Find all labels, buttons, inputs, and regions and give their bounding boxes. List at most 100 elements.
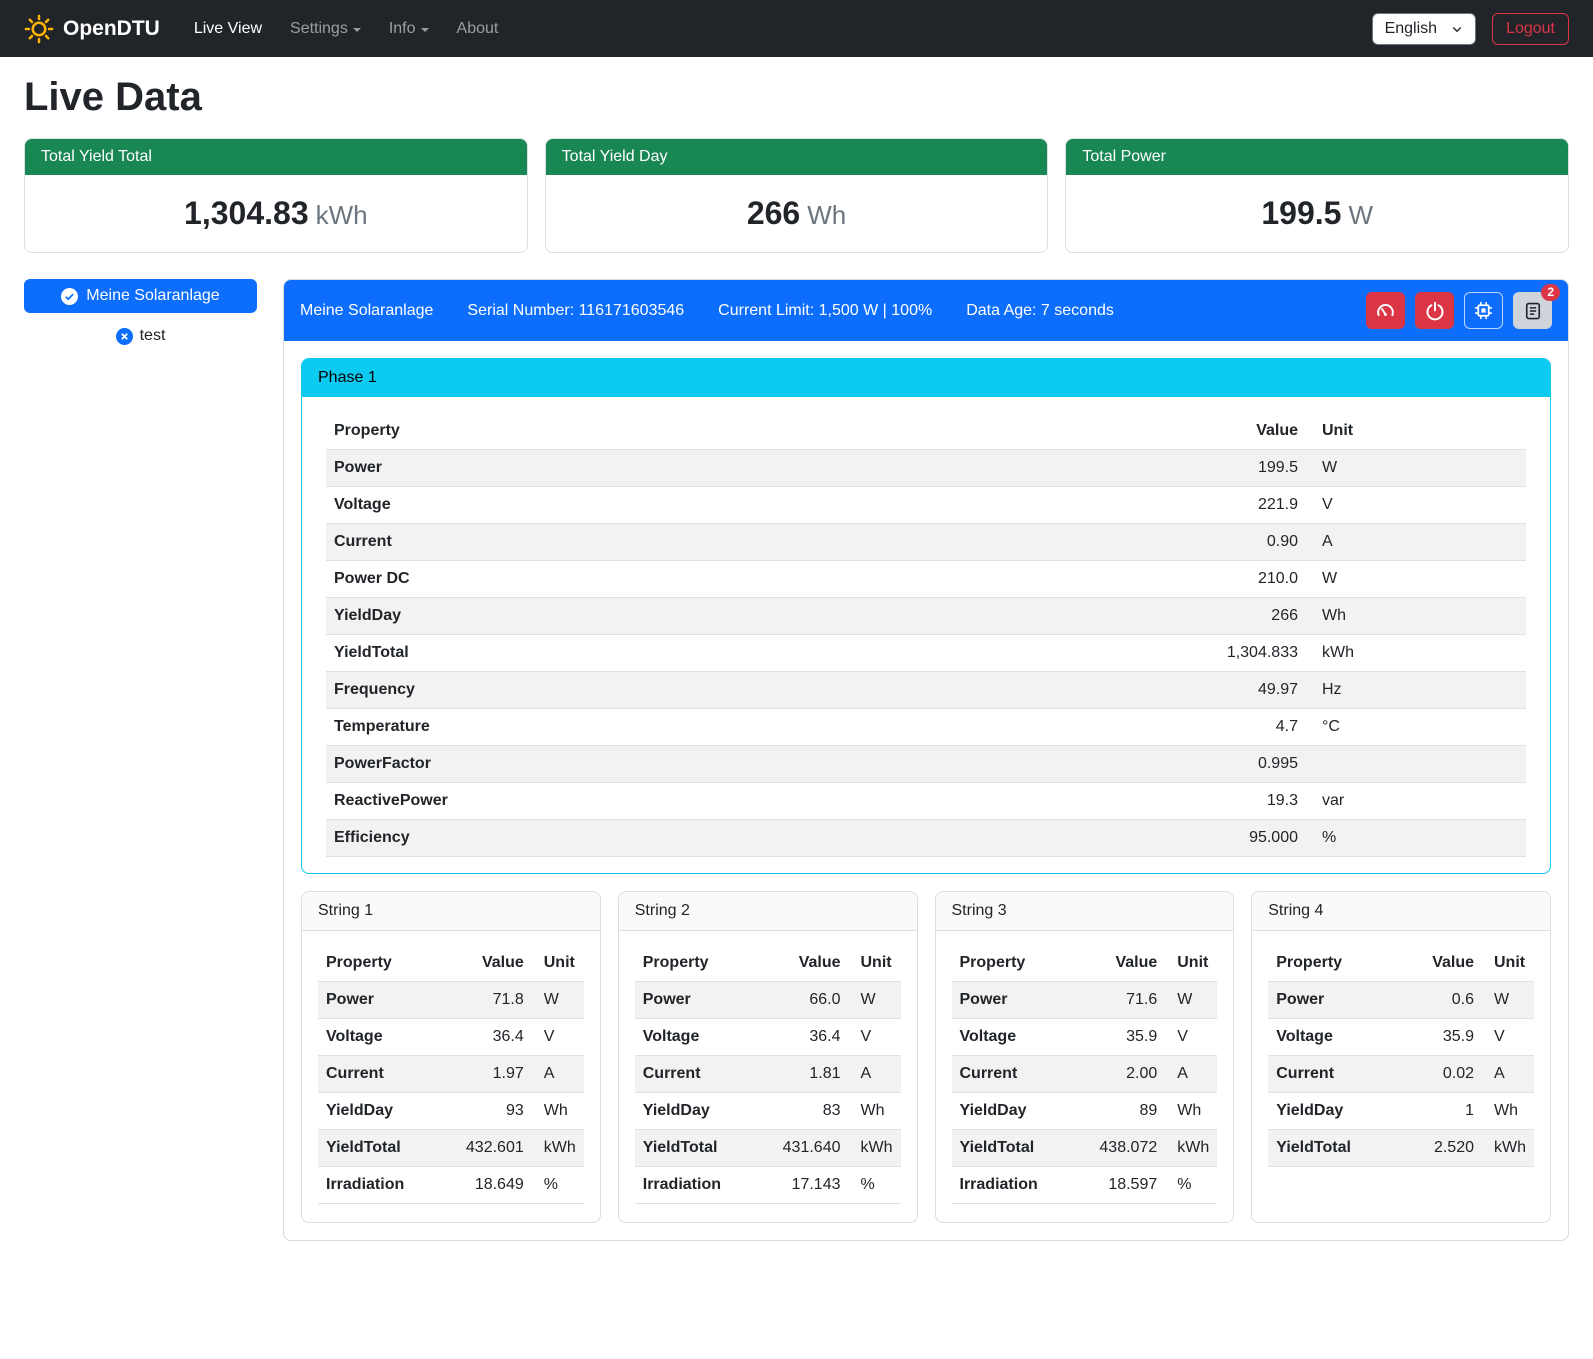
inverter-current-limit: Current Limit: 1,500 W | 100% [718,302,932,320]
x-circle-icon [116,328,133,345]
unit-cell: V [849,1019,901,1056]
card-title: Total Power [1066,139,1568,175]
nav-item-about[interactable]: About [443,12,513,46]
property-cell: YieldDay [1268,1093,1399,1130]
value-cell: 199.5 [912,450,1306,487]
table-row: Power DC210.0W [326,561,1526,598]
card-unit: W [1348,200,1373,230]
event-log-button[interactable]: 2 [1513,292,1552,329]
column-header-value: Value [1399,945,1482,982]
string-table: Property Value Unit Power71.6WVoltage35.… [952,945,1218,1204]
power-toggle-button[interactable] [1415,292,1454,329]
table-row: Voltage36.4V [318,1019,584,1056]
value-cell: 35.9 [1071,1019,1165,1056]
unit-cell: % [849,1167,901,1204]
table-row: YieldDay266Wh [326,598,1526,635]
value-cell: 0.6 [1399,982,1482,1019]
unit-cell: kWh [532,1130,584,1167]
property-cell: Frequency [326,672,912,709]
value-cell: 2.520 [1399,1130,1482,1167]
value-cell: 66.0 [755,982,849,1019]
value-cell: 1 [1399,1093,1482,1130]
column-header-value: Value [1071,945,1165,982]
value-cell: 19.3 [912,783,1306,820]
unit-cell: V [1165,1019,1217,1056]
property-cell: YieldTotal [952,1130,1072,1167]
nav-links: Live View Settings Info About [180,12,513,46]
value-cell: 0.02 [1399,1056,1482,1093]
property-cell: Current [1268,1056,1399,1093]
table-header-row: Property Value Unit [952,945,1218,982]
card-value: 266 [747,195,800,231]
property-cell: Voltage [952,1019,1072,1056]
card-value: 1,304.83 [184,195,309,231]
column-header-unit: Unit [1482,945,1534,982]
property-cell: Voltage [326,487,912,524]
unit-cell [1306,746,1526,783]
value-cell: 1.97 [438,1056,532,1093]
value-cell: 83 [755,1093,849,1130]
device-info-button[interactable] [1464,292,1503,329]
language-select[interactable]: English [1372,13,1476,45]
inverter-data-age: Data Age: 7 seconds [966,302,1114,320]
value-cell: 71.8 [438,982,532,1019]
property-cell: ReactivePower [326,783,912,820]
table-row: Current1.81A [635,1056,901,1093]
nav-item-live-view[interactable]: Live View [180,12,276,46]
table-row: Power0.6W [1268,982,1534,1019]
table-row: Voltage36.4V [635,1019,901,1056]
events-count-badge: 2 [1541,284,1560,301]
table-row: Power71.6W [952,982,1218,1019]
column-header-unit: Unit [1165,945,1217,982]
unit-cell: °C [1306,709,1526,746]
column-header-unit: Unit [532,945,584,982]
inverter-select-active-button[interactable]: Meine Solaranlage [24,279,257,313]
value-cell: 35.9 [1399,1019,1482,1056]
limit-settings-button[interactable] [1366,292,1405,329]
card-value: 199.5 [1261,195,1341,231]
property-cell: Voltage [1268,1019,1399,1056]
unit-cell: Wh [532,1093,584,1130]
string-4-card: String 4 Property Value Unit Power0.6WVo… [1251,891,1551,1223]
table-header-row: Property Value Unit [635,945,901,982]
table-row: YieldDay93Wh [318,1093,584,1130]
sun-logo-icon [24,14,54,44]
main-content: Meine Solaranlage test Meine Solaranlage… [24,279,1569,1241]
property-cell: Temperature [326,709,912,746]
nav-item-info[interactable]: Info [375,12,443,46]
table-row: Frequency49.97Hz [326,672,1526,709]
card-unit: kWh [316,200,368,230]
table-row: YieldTotal2.520kWh [1268,1130,1534,1167]
unit-cell: % [1306,820,1526,857]
column-header-property: Property [635,945,755,982]
column-header-value: Value [912,413,1306,450]
table-row: Voltage35.9V [952,1019,1218,1056]
cpu-icon [1473,300,1494,321]
table-row: Current1.97A [318,1056,584,1093]
table-row: Irradiation18.597% [952,1167,1218,1204]
column-header-value: Value [438,945,532,982]
column-header-property: Property [318,945,438,982]
table-row: Irradiation18.649% [318,1167,584,1204]
unit-cell: W [1165,982,1217,1019]
value-cell: 210.0 [912,561,1306,598]
nav-item-settings[interactable]: Settings [276,12,375,46]
value-cell: 266 [912,598,1306,635]
table-row: PowerFactor0.995 [326,746,1526,783]
table-row: Power66.0W [635,982,901,1019]
brand-link[interactable]: OpenDTU [24,14,160,44]
property-cell: Efficiency [326,820,912,857]
logout-button[interactable]: Logout [1492,13,1569,45]
string-title: String 4 [1252,892,1550,931]
string-table: Property Value Unit Power71.8WVoltage36.… [318,945,584,1204]
value-cell: 431.640 [755,1130,849,1167]
unit-cell: Wh [1165,1093,1217,1130]
inverter-panel-header: Meine Solaranlage Serial Number: 1161716… [284,280,1568,341]
property-cell: YieldTotal [326,635,912,672]
property-cell: PowerFactor [326,746,912,783]
table-row: YieldDay89Wh [952,1093,1218,1130]
unit-cell: kWh [1165,1130,1217,1167]
property-cell: Power DC [326,561,912,598]
inverter-select-inactive-button[interactable]: test [108,323,174,349]
unit-cell: Wh [1482,1093,1534,1130]
